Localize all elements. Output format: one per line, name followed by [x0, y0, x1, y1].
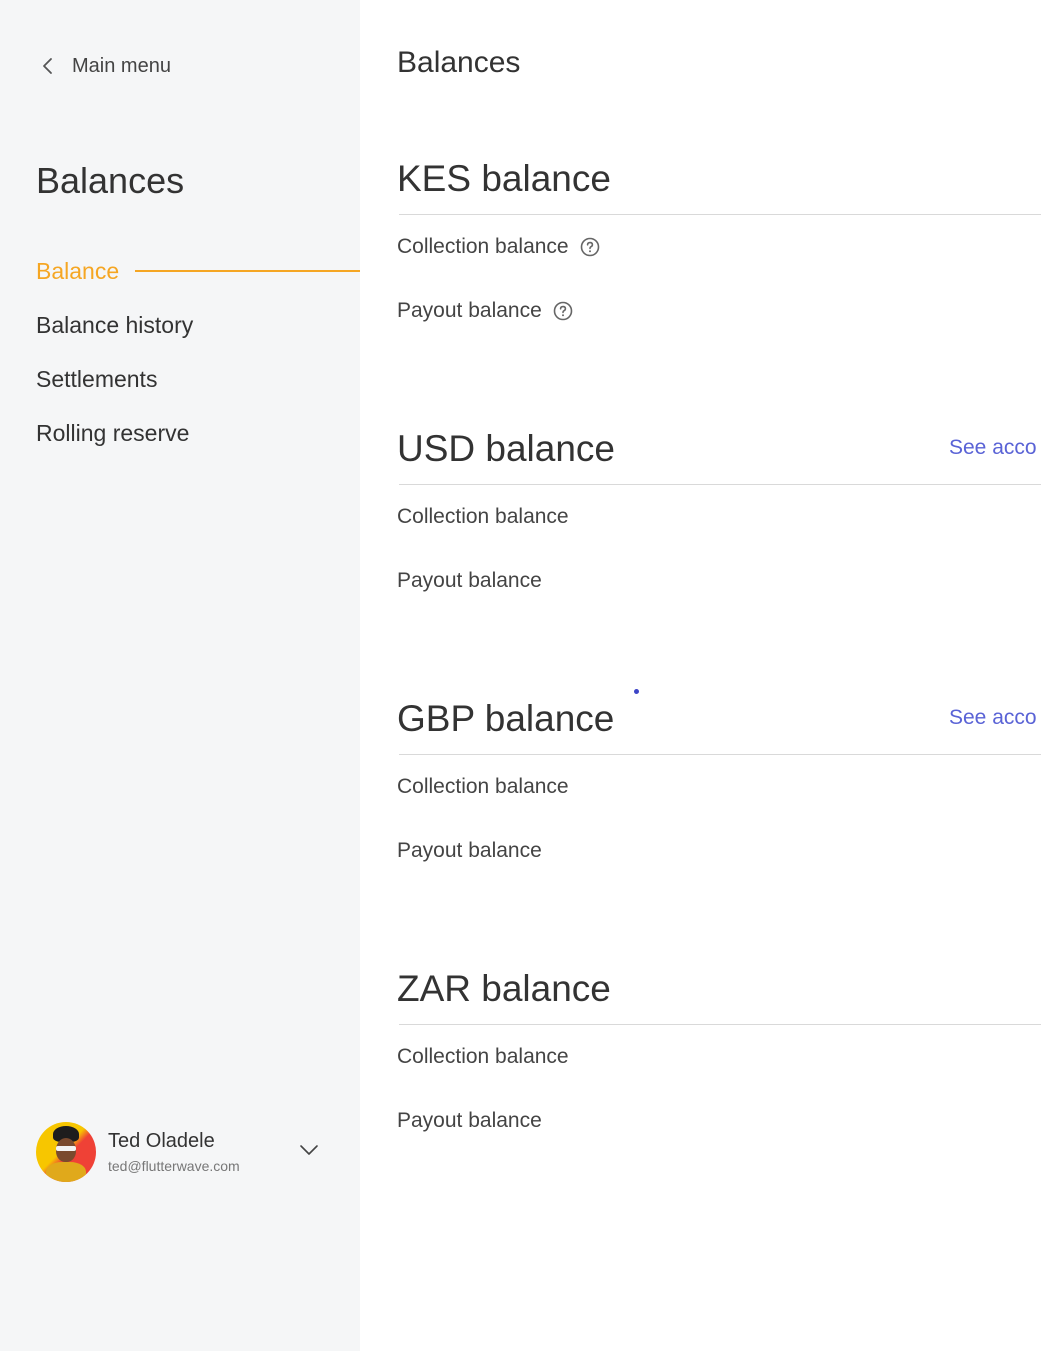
zar-balance-section: ZAR balance Collection balance Payout ba… [397, 956, 1041, 1153]
payout-balance-label: Payout balance [397, 299, 542, 322]
nav-item-label: Balance history [36, 311, 194, 338]
nav-item-label: Balance [36, 257, 120, 284]
payout-balance-row: Payout balance [397, 1089, 1041, 1153]
usd-balance-section: USD balance See acco Collection balance … [397, 416, 1041, 613]
chevron-down-icon[interactable] [298, 1139, 320, 1161]
page-title: Balances [397, 46, 521, 79]
user-email: ted@flutterwave.com [108, 1158, 240, 1174]
section-title: KES balance [397, 158, 611, 199]
section-title: GBP balance [397, 698, 615, 739]
payout-balance-row: Payout balance [397, 819, 1041, 883]
section-title: USD balance [397, 428, 616, 469]
nav-item-rolling-reserve[interactable]: Rolling reserve [36, 406, 360, 460]
payout-balance-label: Payout balance [397, 839, 542, 862]
see-account-link[interactable]: See acco [949, 436, 1037, 460]
collection-balance-row: Collection balance [397, 215, 1041, 279]
section-title: ZAR balance [397, 968, 611, 1009]
payout-balance-label: Payout balance [397, 569, 542, 592]
user-profile-menu[interactable]: Ted Oladele ted@flutterwave.com [36, 1121, 326, 1183]
nav-item-balance[interactable]: Balance [36, 244, 360, 298]
help-circle-icon[interactable] [552, 300, 574, 322]
nav-item-settlements[interactable]: Settlements [36, 352, 360, 406]
collection-balance-label: Collection balance [397, 505, 569, 528]
avatar [36, 1122, 96, 1182]
cursor-dot [634, 689, 639, 694]
nav-item-label: Rolling reserve [36, 419, 190, 446]
sidebar-title: Balances [36, 160, 185, 201]
collection-balance-row: Collection balance [397, 1025, 1041, 1089]
back-label: Main menu [72, 54, 171, 77]
payout-balance-label: Payout balance [397, 1109, 542, 1132]
help-circle-icon[interactable] [579, 236, 601, 258]
collection-balance-row: Collection balance [397, 755, 1041, 819]
collection-balance-label: Collection balance [397, 1045, 569, 1068]
nav-item-label: Settlements [36, 365, 158, 392]
user-name: Ted Oladele [108, 1130, 215, 1152]
payout-balance-row: Payout balance [397, 279, 1041, 343]
active-indicator [135, 270, 360, 272]
gbp-balance-section: GBP balance See acco Collection balance … [397, 686, 1041, 883]
kes-balance-section: KES balance Collection balance Payout ba… [397, 146, 1041, 343]
chevron-left-icon [36, 54, 60, 78]
sidebar-nav: Balance Balance history Settlements Roll… [36, 244, 360, 460]
payout-balance-row: Payout balance [397, 549, 1041, 613]
back-to-main-menu[interactable]: Main menu [36, 52, 171, 80]
sidebar: Main menu Balances Balance Balance histo… [0, 0, 360, 1351]
collection-balance-label: Collection balance [397, 235, 569, 258]
collection-balance-label: Collection balance [397, 775, 569, 798]
nav-item-balance-history[interactable]: Balance history [36, 298, 360, 352]
see-account-link[interactable]: See acco [949, 706, 1037, 730]
collection-balance-row: Collection balance [397, 485, 1041, 549]
main-content: Balances KES balance Collection balance … [360, 0, 1041, 1351]
